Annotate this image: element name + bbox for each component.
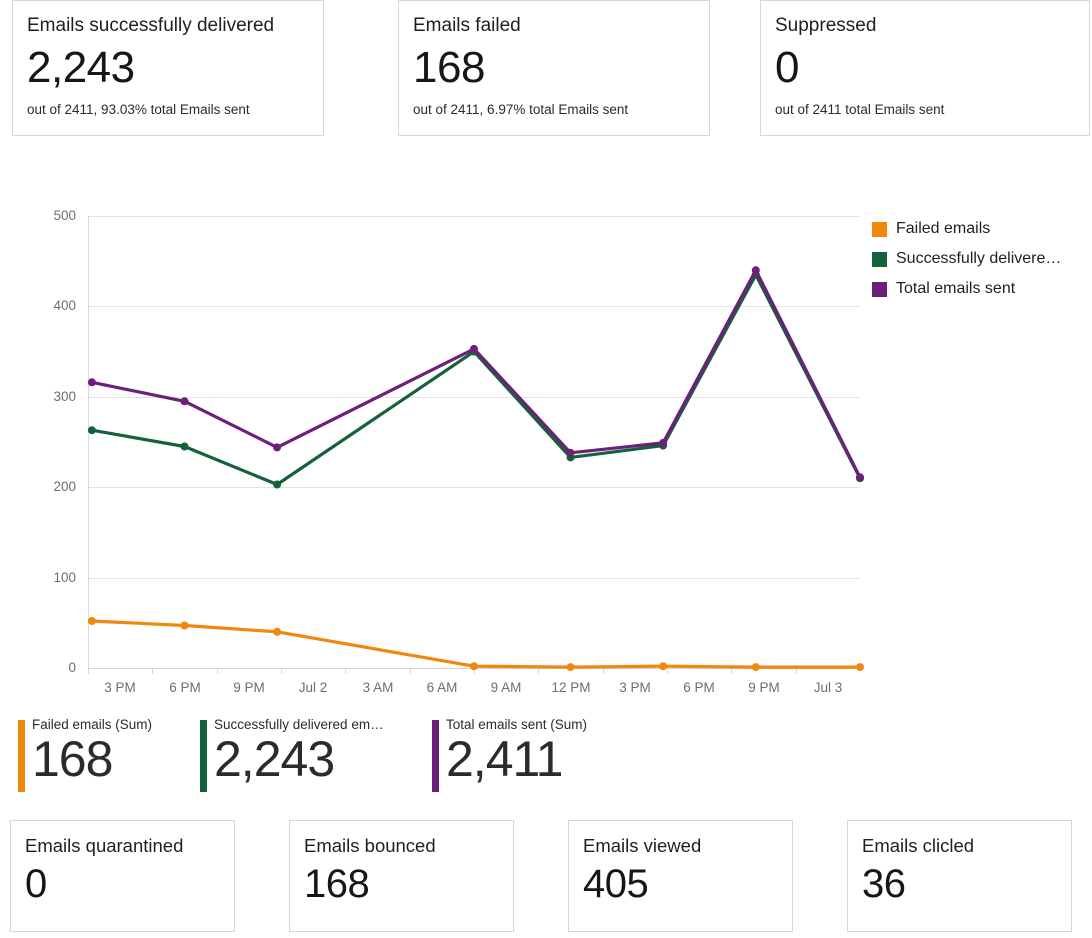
kpi-value: 168 — [304, 862, 370, 906]
data-point[interactable] — [180, 397, 189, 406]
data-point[interactable] — [470, 662, 478, 671]
series-line-total-emails-sent — [90, 268, 862, 479]
kpi-title: Emails failed — [413, 15, 521, 36]
kpi-value: 0 — [775, 43, 799, 92]
kpi-title: Emails clicled — [862, 835, 975, 856]
data-point[interactable] — [659, 438, 668, 447]
data-point[interactable] — [856, 663, 864, 672]
kpi-value: 168 — [413, 43, 485, 92]
data-point[interactable] — [87, 426, 96, 435]
chart-legend: Failed emails Successfully delivere… Tot… — [872, 214, 1087, 304]
data-point[interactable] — [273, 627, 282, 636]
summary-label: Successfully delivered em… — [214, 717, 384, 732]
kpi-card-emails-clicked[interactable]: Emails clicled 36 — [847, 820, 1072, 932]
legend-label: Successfully delivere… — [896, 250, 1062, 267]
legend-label: Failed emails — [896, 220, 991, 237]
summary-value: 168 — [32, 731, 113, 787]
kpi-title: Emails successfully delivered — [27, 15, 275, 36]
legend-item-failed-emails[interactable]: Failed emails — [872, 214, 1087, 244]
data-point[interactable] — [273, 443, 282, 452]
kpi-subtitle: out of 2411, 6.97% total Emails sent — [413, 102, 629, 117]
summary-label: Total emails sent (Sum) — [446, 717, 588, 732]
data-point[interactable] — [87, 617, 96, 625]
series-line-failed-emails — [90, 619, 862, 669]
legend-item-successfully-delivered[interactable]: Successfully delivere… — [872, 244, 1087, 274]
kpi-title: Emails viewed — [583, 835, 702, 856]
summary-label: Failed emails (Sum) — [32, 717, 153, 732]
data-point[interactable] — [180, 442, 189, 451]
chart-summary-strip: Failed emails (Sum) 168 Successfully del… — [0, 716, 1092, 806]
kpi-title: Emails quarantined — [25, 835, 184, 856]
data-point[interactable] — [751, 266, 760, 275]
summary-item-total-emails-sent[interactable]: Total emails sent (Sum) 2,411 — [432, 716, 587, 792]
kpi-subtitle: out of 2411 total Emails sent — [775, 102, 945, 117]
legend-label: Total emails sent — [896, 280, 1016, 297]
kpi-value: 2,243 — [27, 43, 135, 92]
email-timeline-chart[interactable]: 0 100 200 300 400 500 3 PM 6 PM 9 PM Jul 23 AM 6 … — [0, 200, 1092, 800]
series-line-successfully-delivered-emails — [90, 273, 862, 487]
data-point[interactable] — [470, 344, 478, 353]
kpi-card-emails-viewed[interactable]: Emails viewed 405 — [568, 820, 793, 932]
summary-accent-bar — [432, 720, 439, 792]
kpi-value: 0 — [25, 862, 47, 906]
data-point[interactable] — [751, 663, 760, 672]
kpi-card-emails-failed[interactable]: Emails failed 168 out of 2411, 6.97% tot… — [398, 0, 710, 136]
kpi-value: 405 — [583, 862, 649, 906]
data-point[interactable] — [87, 378, 96, 387]
data-point[interactable] — [659, 662, 668, 671]
summary-value: 2,243 — [214, 731, 335, 787]
kpi-card-suppressed[interactable]: Suppressed 0 out of 2411 total Emails se… — [760, 0, 1090, 136]
kpi-value: 36 — [862, 862, 906, 906]
summary-accent-bar — [18, 720, 25, 792]
kpi-title: Emails bounced — [304, 835, 436, 856]
summary-item-successfully-delivered[interactable]: Successfully delivered em… 2,243 — [200, 716, 384, 792]
data-point[interactable] — [856, 473, 864, 482]
kpi-subtitle: out of 2411, 93.03% total Emails sent — [27, 102, 250, 117]
legend-item-total-emails-sent[interactable]: Total emails sent — [872, 274, 1087, 304]
data-point[interactable] — [180, 621, 189, 630]
kpi-card-emails-successfully-delivered[interactable]: Emails successfully delivered 2,243 out … — [12, 0, 324, 136]
data-point[interactable] — [566, 448, 575, 457]
data-point[interactable] — [273, 480, 282, 489]
summary-item-failed-emails[interactable]: Failed emails (Sum) 168 — [18, 716, 152, 792]
summary-accent-bar — [200, 720, 207, 792]
kpi-card-emails-bounced[interactable]: Emails bounced 168 — [289, 820, 514, 932]
kpi-card-emails-quarantined[interactable]: Emails quarantined 0 — [10, 820, 235, 932]
top-kpi-row: Emails successfully delivered 2,243 out … — [0, 0, 1092, 136]
legend-swatch-icon — [872, 251, 887, 267]
legend-swatch-icon — [872, 221, 887, 237]
legend-swatch-icon — [872, 281, 887, 297]
kpi-title: Suppressed — [775, 15, 877, 36]
summary-value: 2,411 — [446, 731, 563, 787]
data-point[interactable] — [566, 663, 575, 672]
